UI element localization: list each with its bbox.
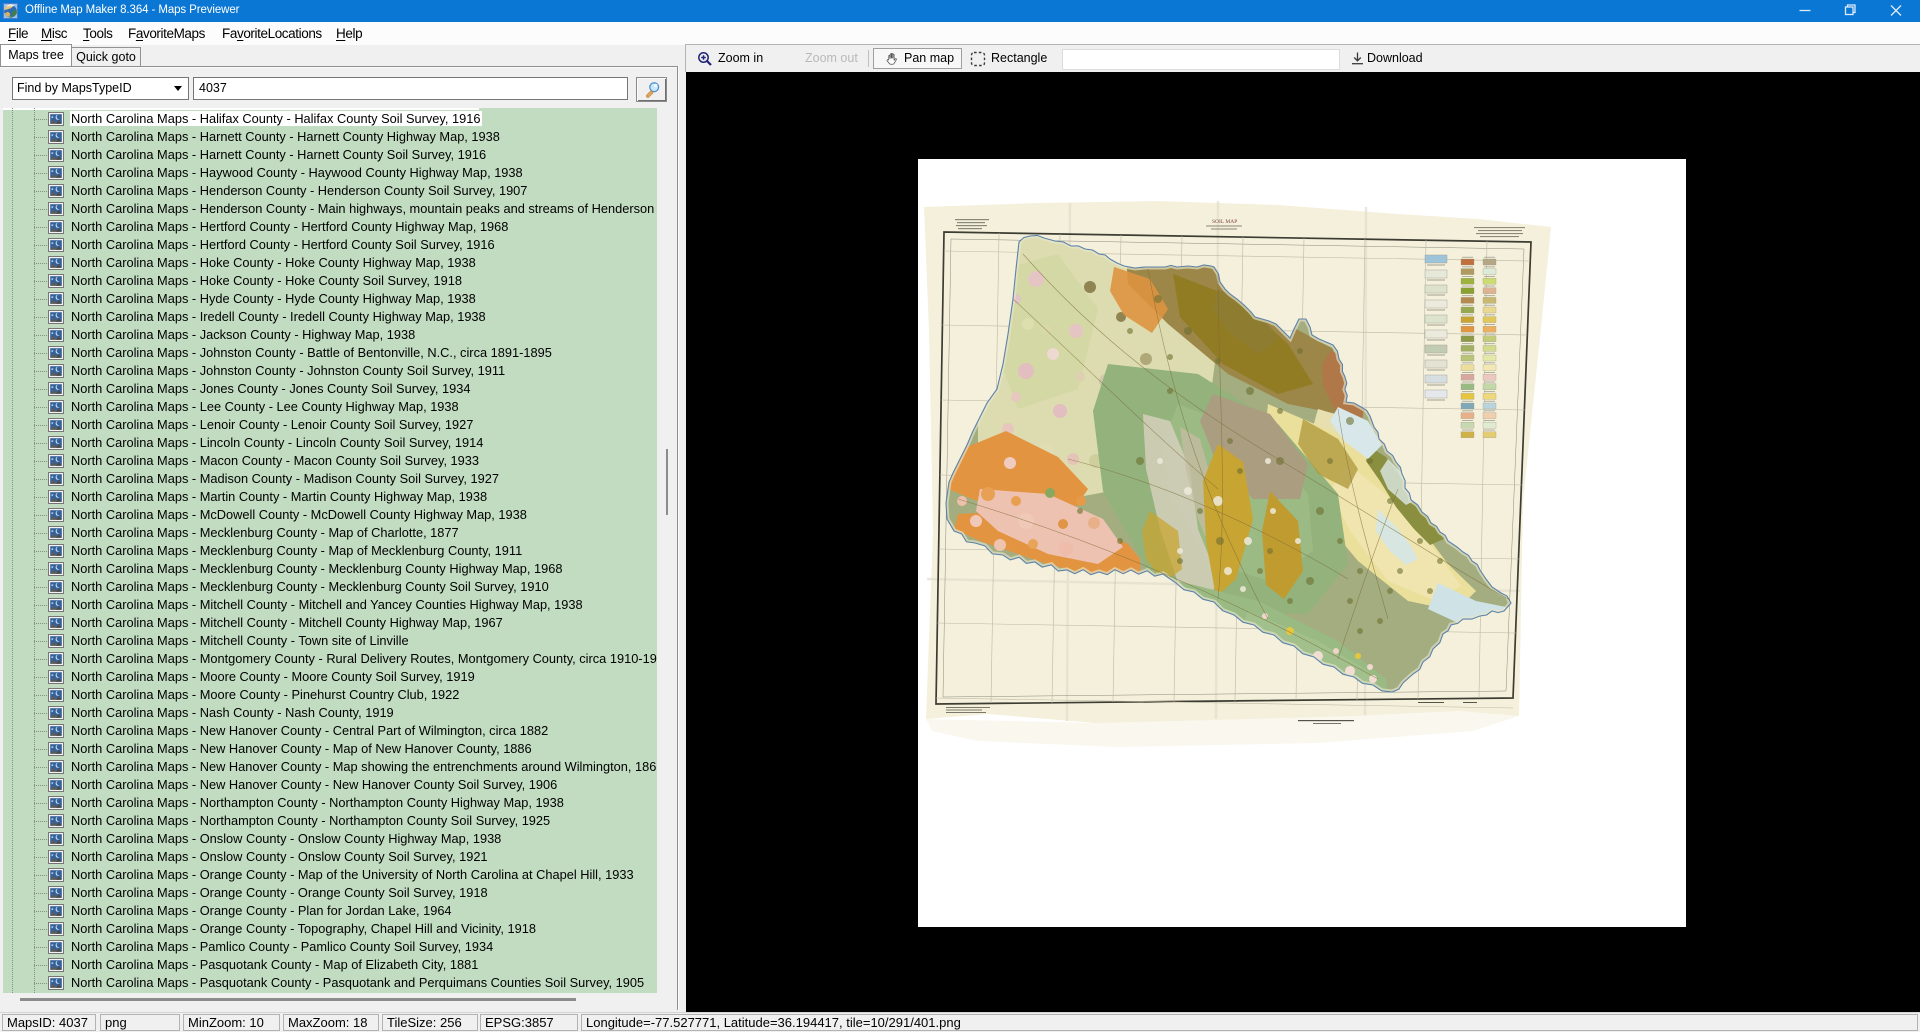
svg-text:SOIL MAP: SOIL MAP [1212, 219, 1237, 225]
